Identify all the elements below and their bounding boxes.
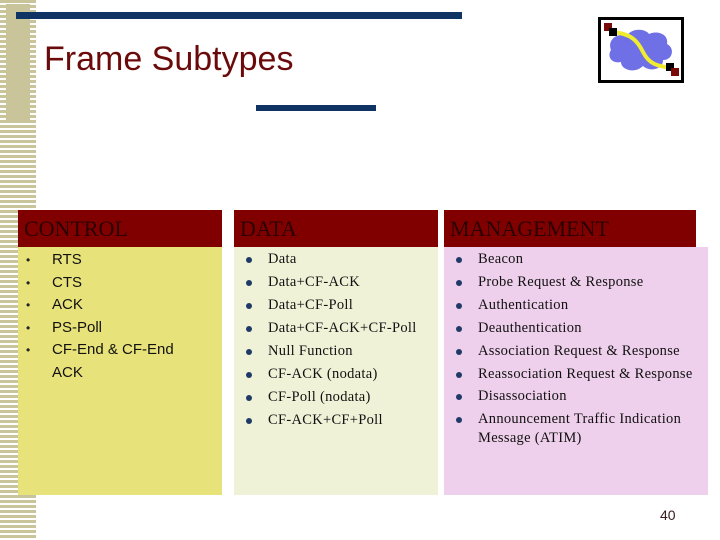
top-accent-bar [16, 12, 462, 19]
management-header: MANAGEMENT [444, 210, 696, 247]
title-underline-bar [256, 105, 376, 111]
list-item: • RTS [18, 249, 198, 272]
list-item: Data+CF-ACK [234, 273, 438, 293]
bullet-icon [456, 257, 462, 263]
bullet-icon [246, 349, 252, 355]
list-item: Reassociation Request & Response [444, 365, 696, 385]
list-item: Association Request & Response [444, 342, 696, 362]
control-header: CONTROL [18, 210, 222, 247]
management-column: Beacon Probe Request & Response Authenti… [444, 247, 708, 495]
bullet-icon: • [26, 343, 31, 357]
list-item: Deauthentication [444, 319, 696, 339]
bullet-icon [456, 326, 462, 332]
list-item: Data [234, 250, 438, 270]
bullet-icon: • [26, 275, 31, 290]
bullet-icon [456, 349, 462, 355]
bullet-icon [456, 280, 462, 286]
bullet-icon [246, 418, 252, 424]
bullet-icon [456, 372, 462, 378]
bullet-icon [456, 393, 462, 400]
bullet-icon [246, 326, 252, 332]
bullet-icon [456, 416, 462, 423]
bullet-icon: • [26, 253, 31, 267]
network-cloud-link-icon [598, 17, 684, 83]
list-item: Disassociation [444, 387, 696, 407]
list-item: • CF-End & CF-End ACK [26, 341, 174, 381]
bullet-icon [246, 257, 252, 263]
bullet-icon [246, 395, 252, 401]
bullet-icon: • [26, 298, 31, 312]
list-item: Authentication [444, 296, 696, 316]
list-item: CF-ACK (nodata) [234, 365, 438, 385]
list-item: • ACK [18, 294, 198, 317]
list-item: Data+CF-ACK+CF-Poll [234, 319, 438, 339]
list-item: • CTS [18, 272, 198, 295]
list-item: • PS-Poll [18, 317, 198, 340]
list-item: Probe Request & Response [444, 273, 696, 293]
bullet-icon [246, 280, 252, 286]
decorative-stripe-block [6, 4, 30, 120]
data-column: Data Data+CF-ACK Data+CF-Poll Data+CF-AC… [234, 247, 438, 495]
data-header: DATA [234, 210, 438, 247]
page-number: 40 [660, 507, 676, 523]
bullet-icon: • [26, 320, 31, 335]
bullet-icon [246, 303, 252, 309]
slide-title: Frame Subtypes [44, 40, 294, 78]
list-item: Beacon [444, 250, 696, 270]
list-item: Data+CF-Poll [234, 296, 438, 316]
bullet-icon [456, 303, 462, 309]
bullet-icon [246, 372, 252, 378]
control-column: • RTS • CTS • ACK • PS-Poll • CF-End & CF-End… [18, 247, 222, 495]
list-item: Announcement Traffic Indication Message … [444, 410, 696, 449]
list-item: CF-Poll (nodata) [234, 388, 438, 408]
list-item: Null Function [234, 342, 438, 362]
list-item: CF-ACK+CF+Poll [234, 411, 438, 431]
